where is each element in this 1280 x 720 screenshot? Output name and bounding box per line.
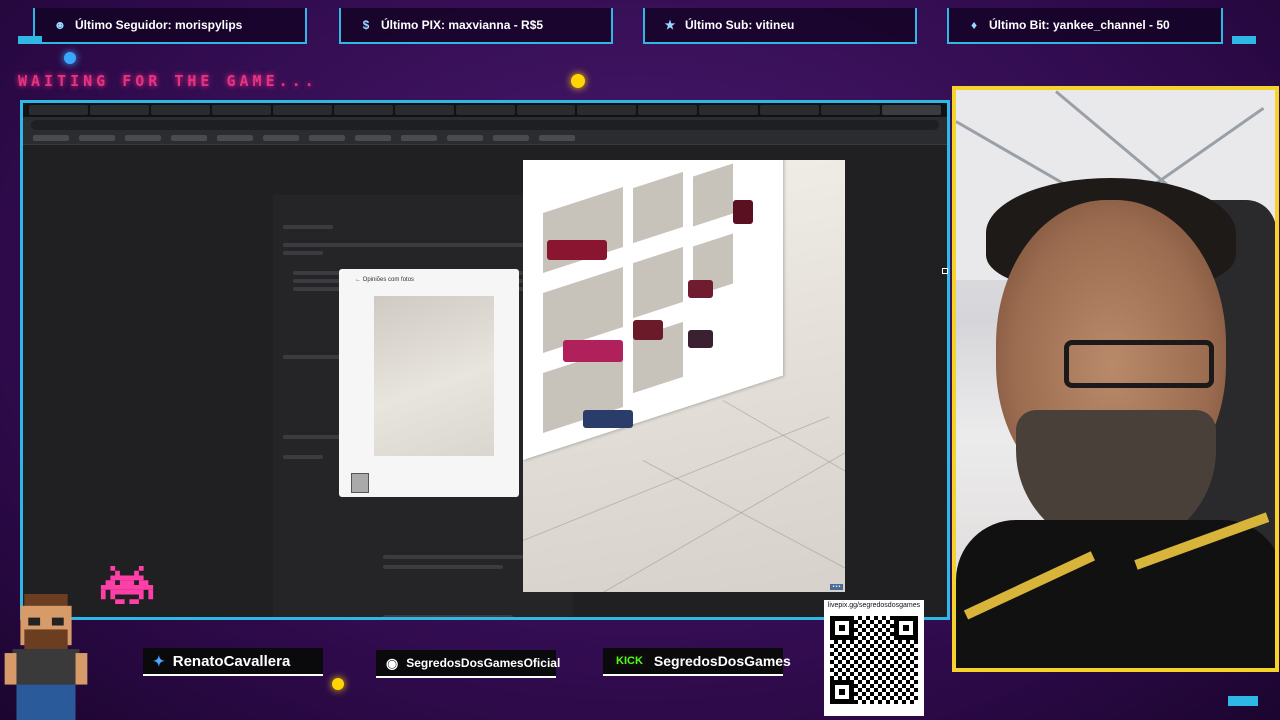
- waiting-for-game-text: WAITING FOR THE GAME...: [18, 72, 318, 90]
- diamond-icon: ♦: [970, 18, 978, 32]
- twitter-handle: RenatoCavallera: [172, 652, 291, 670]
- last-follower-box: ☻ Último Seguidor: morispylips: [33, 8, 307, 44]
- yellow-light-dot: [571, 74, 585, 88]
- instagram-handle: SegredosDosGamesOficial: [406, 656, 561, 670]
- browser-tab[interactable]: [455, 105, 515, 115]
- last-sub-box: ★ Último Sub: vitineu: [643, 8, 917, 44]
- browser-tab-active[interactable]: [882, 105, 942, 115]
- photo-credit-badge: •••: [830, 584, 843, 590]
- pixel-avatar-icon: [4, 594, 88, 720]
- bookmark-item[interactable]: [171, 135, 207, 141]
- enlarged-review-photo[interactable]: •••: [523, 160, 845, 592]
- url-field[interactable]: [31, 120, 939, 130]
- instagram-handle-box[interactable]: ◉ SegredosDosGamesOficial: [376, 650, 560, 678]
- webcam-feed: [952, 86, 1279, 672]
- qr-label: livepix.gg/segredosdosgames: [827, 602, 921, 609]
- top-alerts-bar: ☻ Último Seguidor: morispylips $ Último …: [0, 0, 1280, 48]
- bookmark-item[interactable]: [263, 135, 299, 141]
- review-photo-thumbnail[interactable]: [351, 473, 369, 493]
- livepix-qr-code[interactable]: livepix.gg/segredosdosgames: [824, 600, 924, 716]
- glasses: [1064, 340, 1214, 388]
- last-pix-box: $ Último PIX: maxvianna - R$5: [339, 8, 613, 44]
- corner-tab-bottom-right: [1228, 696, 1258, 706]
- browser-tab[interactable]: [150, 105, 210, 115]
- bookmark-item[interactable]: [355, 135, 391, 141]
- star-icon: ★: [664, 18, 676, 32]
- browser-tab[interactable]: [821, 105, 881, 115]
- bookmark-item[interactable]: [309, 135, 345, 141]
- modal-header[interactable]: ← Opiniões com fotos: [355, 277, 414, 283]
- game-capture-frame: ← Opiniões com fotos •••: [20, 100, 950, 620]
- twitter-handle-box[interactable]: ✦ RenatoCavallera: [143, 648, 323, 676]
- review-photo-preview[interactable]: [374, 296, 494, 456]
- last-bit-box: ♦ Último Bit: yankee_channel - 50: [947, 8, 1223, 44]
- twitter-icon: ✦: [153, 652, 165, 669]
- browser-address-bar: [23, 117, 947, 133]
- browser-tab[interactable]: [577, 105, 637, 115]
- last-sub-text: Último Sub: vitineu: [685, 18, 795, 32]
- corner-tab-left: [18, 36, 42, 44]
- dollar-icon: $: [362, 18, 370, 32]
- bookmarks-bar: [23, 133, 947, 145]
- frame-resize-marker: [942, 268, 948, 274]
- space-invader-icon: [100, 566, 154, 604]
- bookmark-item[interactable]: [79, 135, 115, 141]
- bookmark-item[interactable]: [33, 135, 69, 141]
- browser-tab[interactable]: [699, 105, 759, 115]
- browser-tab-strip[interactable]: [23, 103, 947, 117]
- bookmark-item[interactable]: [125, 135, 161, 141]
- review-photos-modal: ← Opiniões com fotos: [339, 269, 519, 497]
- blue-light-dot: [64, 52, 76, 64]
- qr-finder: [830, 680, 854, 704]
- bookmark-item[interactable]: [217, 135, 253, 141]
- browser-tab[interactable]: [272, 105, 332, 115]
- browser-tab[interactable]: [211, 105, 271, 115]
- browser-tab[interactable]: [394, 105, 454, 115]
- last-bit-text: Último Bit: yankee_channel - 50: [989, 18, 1170, 32]
- browser-tab[interactable]: [89, 105, 149, 115]
- kick-handle: SegredosDosGames: [653, 653, 791, 669]
- corner-tab-right: [1232, 36, 1256, 44]
- bookmark-item[interactable]: [447, 135, 483, 141]
- kick-handle-box[interactable]: KICK SegredosDosGames: [603, 648, 791, 676]
- yellow-light-dot: [332, 678, 344, 690]
- qr-finder: [830, 616, 854, 640]
- browser-tab[interactable]: [29, 105, 88, 115]
- instagram-icon: ◉: [386, 654, 399, 671]
- browser-tab[interactable]: [516, 105, 576, 115]
- user-icon: ☻: [53, 18, 67, 32]
- browser-tab[interactable]: [760, 105, 820, 115]
- browser-tab[interactable]: [638, 105, 698, 115]
- qr-finder: [894, 616, 918, 640]
- bookmark-item[interactable]: [493, 135, 529, 141]
- bookmark-item[interactable]: [539, 135, 575, 141]
- last-follower-text: Último Seguidor: morispylips: [75, 18, 243, 32]
- browser-tab[interactable]: [333, 105, 393, 115]
- kick-icon: KICK: [613, 655, 646, 667]
- last-pix-text: Último PIX: maxvianna - R$5: [381, 18, 544, 32]
- bookmark-item[interactable]: [401, 135, 437, 141]
- modal-header-text: Opiniões com fotos: [362, 277, 415, 283]
